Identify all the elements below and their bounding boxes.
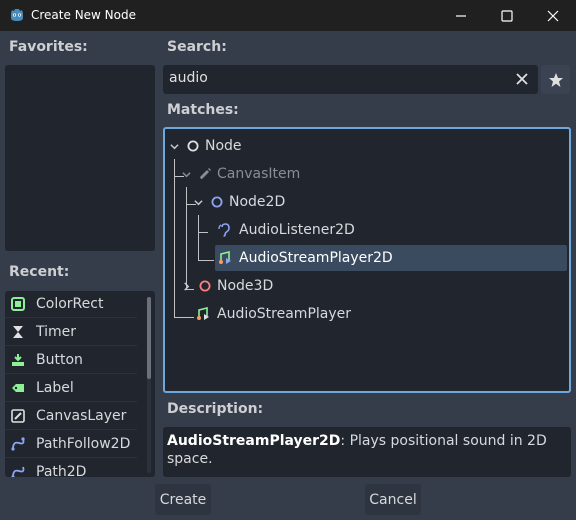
- cancel-button[interactable]: Cancel: [365, 484, 421, 515]
- tree-item-label: Node2D: [229, 194, 286, 210]
- tree-item-audiostreamplayer[interactable]: AudioStreamPlayer: [195, 301, 495, 327]
- audiostreamplayer-icon: [195, 306, 211, 322]
- recent-item-label[interactable]: Label: [5, 375, 137, 402]
- maximize-icon: [501, 9, 513, 22]
- recent-item-button[interactable]: Button: [5, 347, 137, 374]
- chevron-right-icon[interactable]: [179, 281, 193, 291]
- title-bar: Create New Node: [0, 0, 576, 31]
- pathfollow2d-icon: [10, 436, 26, 452]
- tree-item-audiolistener2d[interactable]: AudioListener2D: [217, 217, 517, 243]
- recent-item-timer[interactable]: Timer: [5, 319, 137, 346]
- tree-guide: [198, 215, 208, 233]
- recent-item-label: Path2D: [36, 464, 87, 477]
- tree-item-canvasitem[interactable]: CanvasItem: [179, 161, 479, 187]
- description-panel: AudioStreamPlayer2D: Plays positional so…: [163, 427, 571, 477]
- matches-tree[interactable]: Node CanvasItem Node2D AudioListener2D A…: [163, 127, 571, 393]
- recent-item-colorrect[interactable]: ColorRect: [5, 291, 137, 318]
- recent-label: Recent:: [9, 264, 70, 280]
- audiostreamplayer2d-icon: [217, 250, 233, 266]
- chevron-down-icon[interactable]: [191, 198, 205, 207]
- tree-item-audiostreamplayer2d[interactable]: AudioStreamPlayer2D: [215, 245, 567, 271]
- minimize-icon: [456, 14, 466, 17]
- godot-logo-icon: [11, 9, 23, 21]
- tree-item-label: Node: [205, 138, 242, 154]
- clear-icon[interactable]: [512, 68, 532, 90]
- tree-item-node[interactable]: Node: [167, 133, 467, 159]
- close-icon: [547, 10, 559, 21]
- tree-guide: [198, 233, 214, 261]
- tree-item-label: AudioListener2D: [239, 222, 355, 238]
- canvaslayer-icon: [10, 408, 26, 424]
- favorites-label: Favorites:: [9, 39, 88, 55]
- maximize-button[interactable]: [484, 0, 530, 31]
- tree-guide: [174, 177, 175, 317]
- recent-item-label: Timer: [36, 324, 77, 340]
- recent-item-canvaslayer[interactable]: CanvasLayer: [5, 403, 137, 430]
- description-text: AudioStreamPlayer2D: Plays positional so…: [167, 432, 567, 468]
- chevron-down-icon[interactable]: [179, 170, 193, 179]
- matches-label: Matches:: [167, 102, 239, 118]
- tree-item-label: AudioStreamPlayer: [217, 306, 352, 322]
- search-input[interactable]: audio: [163, 65, 538, 94]
- recent-item-label: PathFollow2D: [36, 436, 131, 452]
- tree-item-node2d[interactable]: Node2D: [191, 189, 491, 215]
- star-icon: [548, 72, 563, 87]
- window-title: Create New Node: [31, 8, 136, 22]
- tree-guide: [174, 317, 194, 318]
- chevron-down-icon[interactable]: [167, 142, 181, 151]
- favorites-list[interactable]: [5, 65, 155, 251]
- recent-scrollbar-thumb[interactable]: [147, 297, 151, 379]
- favorite-button[interactable]: [541, 65, 570, 94]
- audiolistener2d-icon: [217, 222, 233, 238]
- node2d-icon: [209, 194, 225, 210]
- description-label: Description:: [167, 401, 264, 417]
- minimize-button[interactable]: [438, 0, 484, 31]
- recent-item-label: ColorRect: [36, 296, 104, 312]
- recent-list[interactable]: ColorRect Timer Button Label CanvasLayer…: [5, 291, 155, 477]
- recent-item-label: Button: [36, 352, 83, 368]
- create-button[interactable]: Create: [155, 484, 211, 515]
- recent-item-label: Label: [36, 380, 74, 396]
- tree-item-node3d[interactable]: Node3D: [179, 273, 479, 299]
- description-node-name: AudioStreamPlayer2D: [167, 433, 341, 449]
- canvasitem-icon: [197, 166, 213, 182]
- tree-item-label: Node3D: [217, 278, 274, 294]
- colorrect-icon: [10, 296, 26, 312]
- timer-icon: [10, 324, 26, 340]
- node-icon: [185, 138, 201, 154]
- path2d-icon: [10, 464, 26, 477]
- button-icon: [10, 352, 26, 368]
- recent-item-path2d[interactable]: Path2D: [5, 459, 137, 477]
- search-label: Search:: [167, 39, 227, 55]
- node3d-icon: [197, 278, 213, 294]
- close-button[interactable]: [530, 0, 576, 31]
- tree-item-label: AudioStreamPlayer2D: [239, 250, 393, 266]
- search-input-value: audio: [169, 70, 208, 86]
- recent-item-pathfollow2d[interactable]: PathFollow2D: [5, 431, 137, 458]
- tree-item-label: CanvasItem: [217, 166, 301, 182]
- recent-item-label: CanvasLayer: [36, 408, 127, 424]
- label-icon: [10, 380, 26, 396]
